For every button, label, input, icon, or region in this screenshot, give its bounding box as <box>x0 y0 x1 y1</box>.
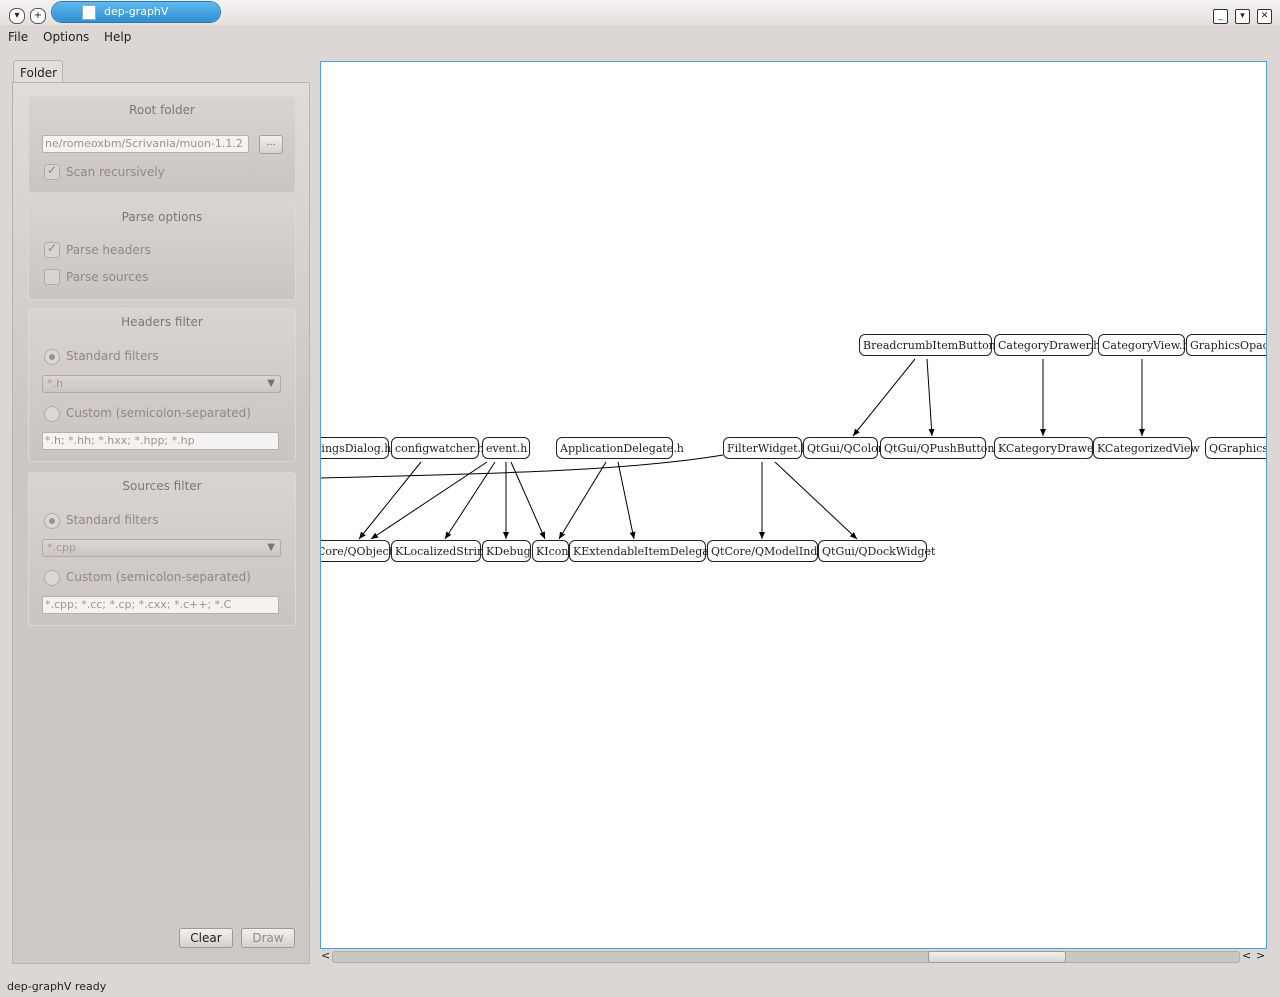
root-folder-path-field[interactable]: ne/romeoxbm/Scrivania/muon-1.1.2 <box>42 135 249 153</box>
graph-node[interactable]: QtCore/QModelIndex <box>707 540 830 562</box>
headers-standard-value: *.h <box>47 377 63 390</box>
headers-custom-radio[interactable] <box>44 406 60 422</box>
sources-standard-radio[interactable] <box>44 513 60 529</box>
chevron-down-icon: ▼ <box>267 542 275 553</box>
sources-standard-label: Standard filters <box>66 513 159 527</box>
close-icon[interactable]: ✕ <box>1257 9 1272 24</box>
scroll-handle[interactable] <box>928 951 1066 963</box>
minimize-icon[interactable]: _ <box>1213 9 1228 24</box>
graph-canvas[interactable]: BreadcrumbItemButton.h CategoryDrawer.h … <box>320 61 1267 949</box>
sources-standard-value: *.cpp <box>47 541 77 554</box>
headers-standard-radio[interactable] <box>44 349 60 365</box>
horizontal-scrollbar[interactable]: < < > <box>320 949 1266 965</box>
headers-filter-group: Headers filter Standard filters *.h ▼ Cu… <box>28 308 296 462</box>
browse-button[interactable]: ... <box>259 135 283 154</box>
sources-custom-field[interactable]: *.cpp; *.cc; *.cp; *.cxx; *.c++; *.C <box>42 596 279 614</box>
menu-file[interactable]: File <box>8 30 28 44</box>
graph-node[interactable]: event.h <box>482 437 530 459</box>
headers-standard-label: Standard filters <box>66 349 159 363</box>
window-title: dep-graphV <box>104 5 169 18</box>
graph-node[interactable]: CategoryView.h <box>1098 334 1190 356</box>
folder-panel: Root folder ne/romeoxbm/Scrivania/muon-1… <box>12 82 310 964</box>
scroll-track[interactable] <box>332 951 1240 963</box>
graph-node[interactable]: ApplicationDelegate.h <box>556 437 684 459</box>
sources-filter-title: Sources filter <box>122 479 202 493</box>
sources-standard-select[interactable]: *.cpp ▼ <box>42 539 281 557</box>
scroll-left-icon[interactable]: < <box>1242 949 1251 962</box>
headers-custom-field[interactable]: *.h; *.hh; *.hxx; *.hpp; *.hp <box>42 432 279 450</box>
parse-headers-label: Parse headers <box>66 243 151 257</box>
window-title-tab[interactable]: dep-graphV <box>52 2 220 22</box>
graph-node[interactable]: BreadcrumbItemButton.h <box>859 334 1006 356</box>
graph-node[interactable]: KExtendableItemDelegate <box>569 540 720 562</box>
tab-folder-label: Folder <box>20 66 58 80</box>
graph-node[interactable]: configwatcher.h <box>391 437 484 459</box>
scan-recursively-checkbox[interactable] <box>44 163 60 180</box>
parse-options-title: Parse options <box>121 210 203 224</box>
parse-sources-label: Parse sources <box>66 270 149 284</box>
graph-node[interactable]: QtGui/QDockWidget <box>818 540 935 562</box>
clear-button[interactable]: Clear <box>179 928 233 948</box>
status-bar: dep-graphV ready <box>7 980 107 993</box>
graph-node[interactable]: KLocalizedString <box>391 540 491 562</box>
sources-filter-group: Sources filter Standard filters *.cpp ▼ … <box>28 472 296 626</box>
document-icon <box>82 5 96 20</box>
root-folder-title: Root folder <box>129 103 195 117</box>
scroll-right-icon[interactable]: > <box>1256 949 1265 962</box>
sources-custom-radio[interactable] <box>44 570 60 586</box>
graph-edges <box>321 358 1145 540</box>
scan-recursively-label: Scan recursively <box>66 165 165 179</box>
scroll-left-icon[interactable]: < <box>321 949 330 962</box>
root-folder-group: Root folder ne/romeoxbm/Scrivania/muon-1… <box>28 96 296 193</box>
parse-options-group: Parse options Parse headers Parse source… <box>28 203 296 300</box>
graph-node[interactable]: KDebug <box>482 540 531 562</box>
tab-folder[interactable]: Folder <box>13 60 63 83</box>
graph-node[interactable]: Core/QObject <box>321 540 393 562</box>
graph-node[interactable]: QtGui/QPushButton <box>880 437 994 459</box>
title-bar: ▾ + dep-graphV _ ▾ ✕ <box>0 0 1280 25</box>
graph-node[interactable]: QtGui/QColor <box>803 437 883 459</box>
graph-node[interactable]: KCategoryDrawer <box>994 437 1099 459</box>
sources-custom-label: Custom (semicolon-separated) <box>66 570 251 584</box>
graph-node[interactable]: tingsDialog.h <box>321 437 391 459</box>
headers-custom-label: Custom (semicolon-separated) <box>66 406 251 420</box>
maximize-icon[interactable]: ▾ <box>1235 9 1250 24</box>
headers-filter-title: Headers filter <box>121 315 203 329</box>
menu-options[interactable]: Options <box>43 30 89 44</box>
graph-node[interactable]: QGraphicsD <box>1205 437 1266 459</box>
chevron-down-icon: ▼ <box>267 378 275 389</box>
graph-node[interactable]: KCategorizedView <box>1093 437 1200 459</box>
parse-sources-checkbox[interactable] <box>44 269 60 285</box>
graph-node[interactable]: CategoryDrawer.h <box>994 334 1100 356</box>
draw-button[interactable]: Draw <box>241 928 295 948</box>
graph-node[interactable]: GraphicsOpacity <box>1186 334 1266 356</box>
new-window-icon[interactable]: + <box>30 8 46 24</box>
menu-bar: File Options Help <box>0 26 1280 48</box>
window-menu-icon[interactable]: ▾ <box>9 8 25 24</box>
menu-help[interactable]: Help <box>104 30 131 44</box>
graph-node[interactable]: KIcon <box>532 540 569 562</box>
graph-node[interactable]: FilterWidget.h <box>723 437 808 459</box>
parse-headers-checkbox[interactable] <box>44 241 60 258</box>
headers-standard-select[interactable]: *.h ▼ <box>42 375 281 393</box>
